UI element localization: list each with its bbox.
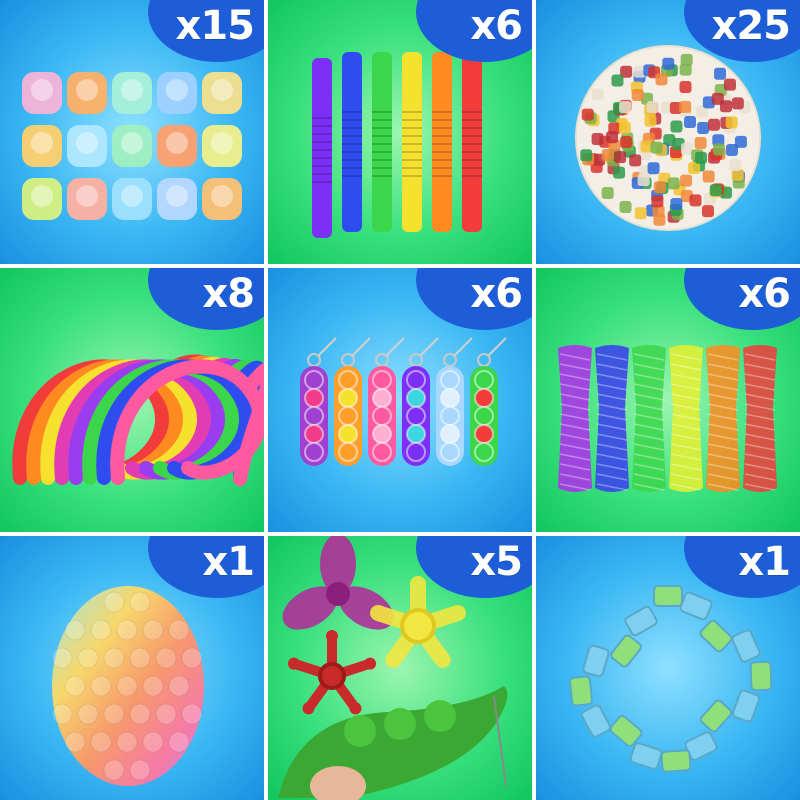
tile-pop-keychains: x6 [268,268,532,532]
tile-ring-pops: x15 [0,0,264,264]
tile-stickers: x25 [536,0,800,264]
tile-wacky-track: x1 [536,536,800,800]
count-label: x6 [470,271,523,317]
count-label: x6 [738,271,791,317]
count-label: x5 [470,539,523,585]
count-label: x1 [202,539,255,585]
count-label: x1 [738,539,791,585]
count-label: x6 [470,3,523,49]
product-grid: x15 x6 x25 x8 x6 x6 x1 x5 x1 [0,0,800,800]
tile-pop-ball: x1 [0,536,264,800]
tile-stretchy-strings: x8 [0,268,264,532]
count-label: x8 [202,271,255,317]
tile-pop-tubes: x6 [268,0,532,264]
count-label: x15 [175,3,255,49]
count-label: x25 [711,3,791,49]
tile-mesh-tubes: x6 [536,268,800,532]
tile-spinners: x5 [268,536,532,800]
